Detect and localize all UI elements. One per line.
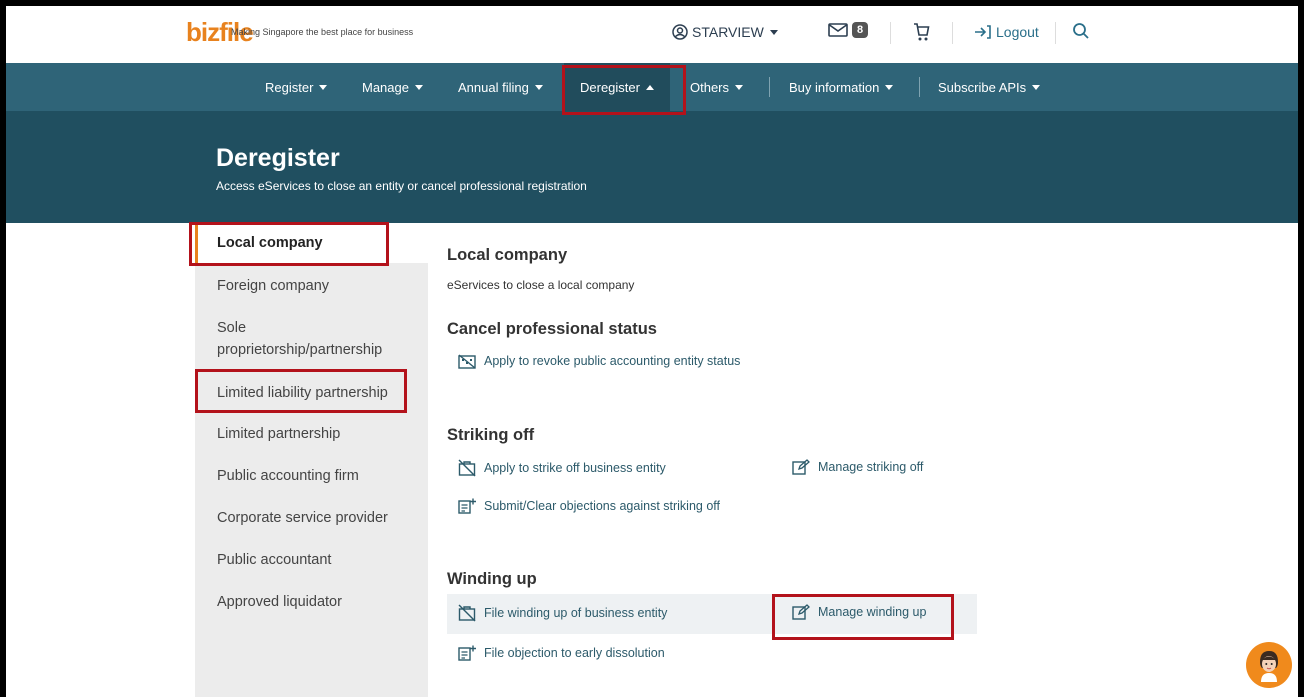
nav-register[interactable]: Register [265,63,328,111]
divider [769,77,770,97]
nav-label: Register [265,79,314,95]
nav-others[interactable]: Others [690,63,744,111]
section-title: Local company [447,246,568,264]
logout-button[interactable]: Logout [974,24,1039,40]
nav-label: Annual filing [458,79,529,95]
highlight-box-deregister [562,65,686,115]
sidebar-item-foreign-company[interactable]: Foreign company [217,275,329,297]
chevron-down-icon [735,84,744,90]
mail-count-badge: 8 [852,22,869,38]
search-button[interactable] [1072,22,1090,45]
nav-label: Manage [362,79,409,95]
chevron-down-icon [769,29,778,35]
sidebar-item-sole-proprietorship-line2[interactable]: proprietorship/partnership [217,339,382,361]
search-icon [1073,23,1089,39]
nav-manage[interactable]: Manage [362,63,423,111]
highlight-box-local-company [189,222,389,266]
divider [952,22,953,44]
cart-icon [914,23,930,41]
chevron-down-icon [1032,84,1041,90]
logout-icon [975,25,991,39]
nav-label: Others [690,79,730,95]
logout-label: Logout [996,24,1039,40]
highlight-box-manage-winding-up [772,594,954,640]
sidebar-item-public-accountant[interactable]: Public accountant [217,549,331,571]
chevron-down-icon [885,84,894,90]
mail-button[interactable]: 8 [828,22,869,38]
briefcase-cancel-icon [458,459,476,477]
cart-button[interactable] [912,22,930,47]
page-title: Deregister [216,144,340,172]
winding-up-heading: Winding up [447,570,537,588]
link-label: Manage striking off [818,460,924,474]
highlight-box-llp [195,369,407,413]
revoke-public-accounting-link[interactable]: Apply to revoke public accounting entity… [458,353,740,369]
divider [890,22,891,44]
file-winding-up-link[interactable]: File winding up of business entity [458,604,667,622]
link-label: Apply to revoke public accounting entity… [484,354,741,368]
chat-assistant-avatar[interactable] [1246,642,1292,688]
tagline: Making Singapore the best place for busi… [231,27,414,37]
link-label: File objection to early dissolution [484,646,665,660]
user-menu[interactable]: STARVIEW [672,24,778,40]
nav-label: Buy information [789,79,880,95]
assistant-face-icon [1260,651,1278,682]
nav-subscribe-apis[interactable]: Subscribe APIs [938,63,1041,111]
apply-strike-off-link[interactable]: Apply to strike off business entity [458,459,666,477]
divider [1055,22,1056,44]
chevron-down-icon [534,84,543,90]
briefcase-cancel-icon [458,604,476,622]
divider [919,77,920,97]
link-label: File winding up of business entity [484,606,668,620]
page-subtitle: Access eServices to close an entity or c… [216,179,587,193]
user-circle-icon [672,24,688,40]
chevron-down-icon [414,84,423,90]
chevron-down-icon [319,84,328,90]
sidebar-item-limited-partnership[interactable]: Limited partnership [217,423,340,445]
sidebar-item-approved-liquidator[interactable]: Approved liquidator [217,591,342,613]
edit-icon [792,459,810,475]
nav-label: Subscribe APIs [938,79,1027,95]
nav-annual-filing[interactable]: Annual filing [458,63,543,111]
section-description: eServices to close a local company [447,278,635,292]
file-objection-early-dissolution-link[interactable]: File objection to early dissolution [458,645,665,661]
link-label: Submit/Clear objections against striking… [484,499,720,513]
building-cancel-icon [458,354,476,369]
submit-objections-link[interactable]: Submit/Clear objections against striking… [458,498,720,514]
sidebar-item-sole-proprietorship[interactable]: Sole [217,317,246,339]
striking-off-heading: Striking off [447,426,535,444]
manage-striking-off-link[interactable]: Manage striking off [792,459,923,475]
sidebar-item-public-accounting-firm[interactable]: Public accounting firm [217,465,359,487]
link-label: Apply to strike off business entity [484,461,666,475]
sidebar-item-corporate-service-provider[interactable]: Corporate service provider [217,507,388,529]
document-add-icon [458,645,476,661]
mail-icon [828,23,848,37]
cancel-professional-heading: Cancel professional status [447,320,657,338]
document-add-icon [458,498,476,514]
user-name: STARVIEW [692,24,764,40]
nav-buy-information[interactable]: Buy information [789,63,894,111]
page-banner: Deregister Access eServices to close an … [6,111,1298,223]
